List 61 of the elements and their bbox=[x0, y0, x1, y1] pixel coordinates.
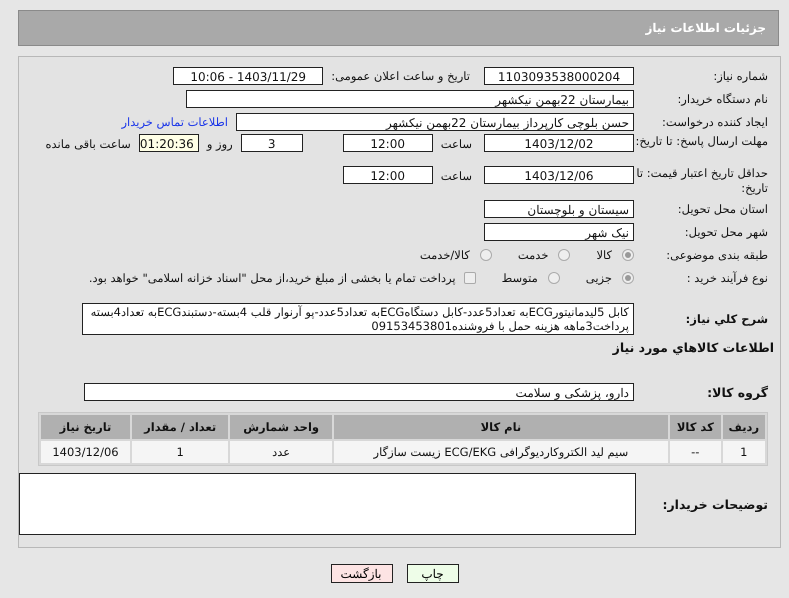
column-header: کد کالا bbox=[670, 415, 721, 439]
field-label: نوع فرآیند خرید : bbox=[686, 270, 769, 284]
time-field[interactable]: 12:00 bbox=[342, 166, 433, 184]
city-field[interactable]: نیک شهر bbox=[484, 222, 634, 240]
field-label: شماره نیاز: bbox=[712, 68, 769, 82]
days-field[interactable]: 3 bbox=[240, 134, 303, 152]
field-label: طبقه بندی موضوعی: bbox=[665, 248, 769, 262]
radio-label: كالا bbox=[596, 248, 612, 262]
days-label: روز و bbox=[206, 136, 233, 153]
field-label: ایجاد کننده درخواست: bbox=[661, 114, 769, 128]
radio-label: كالا/خدمت bbox=[420, 248, 470, 262]
field-label: تاریخ و ساعت اعلان عمومی: bbox=[331, 68, 470, 82]
code-cell: -- bbox=[670, 441, 721, 463]
province-field[interactable]: سیستان و بلوچستان bbox=[484, 200, 634, 218]
name-cell: سیم لید الکتروکاردیوگرافی ECG/EKG زیست سازگار bbox=[334, 441, 668, 463]
column-header: واحد شمارش bbox=[230, 415, 332, 439]
field-label: توضیحات خریدار: bbox=[661, 496, 769, 512]
radio-button[interactable] bbox=[558, 248, 570, 260]
time-label: ساعت bbox=[440, 168, 472, 185]
row-number-cell: 1 bbox=[722, 441, 765, 463]
radio-button[interactable] bbox=[548, 272, 560, 284]
field-label: شهر محل تحویل: bbox=[684, 224, 769, 238]
field-label: گروه كالا: bbox=[706, 384, 769, 400]
quantity-cell: 1 bbox=[132, 441, 228, 463]
buyer-org-field[interactable]: بیمارستان 22بهمن نیکشهر bbox=[186, 90, 634, 108]
back-button[interactable]: بازگشت bbox=[330, 564, 392, 583]
column-header: تعداد / مقدار bbox=[132, 415, 228, 439]
buyer-contact-link[interactable]: اطلاعات تماس خریدار bbox=[121, 114, 228, 128]
checkbox-label: پرداخت تمام یا بخشی از مبلغ خرید،از محل "اسناد خزانه اسلامی" خواهد بود. bbox=[88, 270, 456, 284]
goods-group-field[interactable]: دارو، پزشکی و سلامت bbox=[84, 383, 634, 401]
field-label: شرح كلي نياز: bbox=[684, 312, 769, 326]
radio-label: خدمت bbox=[518, 248, 548, 262]
radio-label: جزیی bbox=[586, 270, 612, 284]
field-label: حداقل تاریخ اعتبار قیمت: تا تاریخ: bbox=[635, 166, 769, 196]
radio-button[interactable] bbox=[622, 248, 634, 260]
description-field[interactable]: کابل 5لیدمانیتورECGبه تعداد5عدد-کابل دستگاهECGبه تعداد5عدد-پو آرنوار قلب 4بسته-دستبندECGبه تعداد4بسته پرداخت3ماهه هزینه حمل با فروشنده09153453801 bbox=[82, 303, 634, 335]
page-title: جزئیات اطلاعات نیاز bbox=[645, 21, 766, 35]
announce-date-field[interactable]: 1403/11/29 - 10:06 bbox=[173, 66, 324, 84]
need-number-field[interactable]: 1103093538000204 bbox=[484, 66, 634, 84]
radio-button[interactable] bbox=[622, 272, 634, 284]
column-header: نام کالا bbox=[334, 415, 668, 439]
date-cell: 1403/12/06 bbox=[41, 441, 130, 463]
remaining-label: ساعت باقی مانده bbox=[46, 136, 131, 153]
requester-field[interactable]: حسن بلوچی کارپرداز بیمارستان 22بهمن نیکشهر bbox=[236, 112, 634, 130]
checkbox[interactable] bbox=[464, 272, 476, 284]
remaining-time-field[interactable]: 01:20:36 bbox=[138, 134, 199, 152]
date-field[interactable]: 1403/12/02 bbox=[484, 134, 634, 152]
buyer-notes-field[interactable] bbox=[19, 473, 636, 535]
field-label: استان محل تحویل: bbox=[676, 202, 769, 216]
print-button[interactable]: چاپ bbox=[406, 564, 458, 583]
unit-cell: عدد bbox=[230, 441, 332, 463]
date-field[interactable]: 1403/12/06 bbox=[484, 166, 634, 184]
column-header: تاریخ نیاز bbox=[41, 415, 130, 439]
section-heading: اطلاعات كالاهاي مورد نياز bbox=[611, 340, 774, 357]
radio-label: متوسط bbox=[502, 270, 538, 284]
field-label: مهلت ارسال پاسخ: تا تاریخ: bbox=[634, 134, 769, 149]
radio-button[interactable] bbox=[480, 248, 492, 260]
column-header: ردیف bbox=[722, 415, 765, 439]
time-field[interactable]: 12:00 bbox=[342, 134, 433, 152]
time-label: ساعت bbox=[440, 136, 472, 153]
field-label: نام دستگاه خریدار: bbox=[676, 92, 769, 106]
